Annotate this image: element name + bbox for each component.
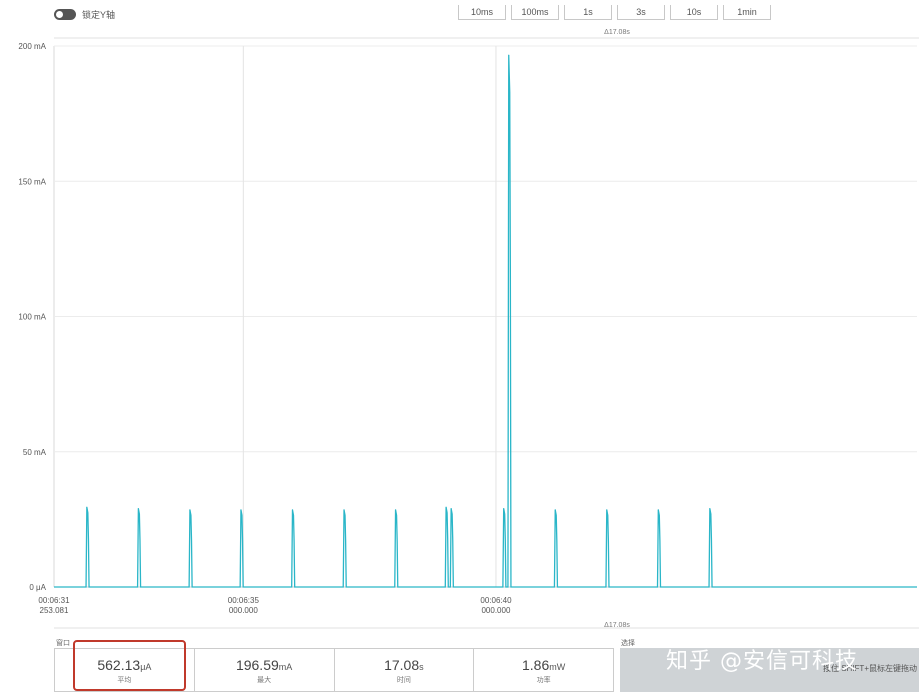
y-axis: 0 μA 50 mA 100 mA 150 mA 200 mA (18, 42, 46, 592)
spike-peak-point (189, 509, 191, 511)
stat-max: 196.59mA 最大 (195, 649, 335, 691)
x-tick-sublabel: 253.081 (40, 606, 69, 615)
spike-peak-point (445, 506, 447, 508)
x-axis: 00:06:31253.08100:06:35000.00000:06:4000… (38, 596, 512, 615)
x-tick-label: 00:06:40 (480, 596, 512, 605)
watermark: 知乎 @安信可科技 (666, 649, 858, 674)
y-tick-label: 200 mA (18, 42, 46, 51)
bottom-delta-label: Δ17.08s (604, 622, 630, 629)
spike-peak-point (450, 507, 452, 510)
selection-label: 选择 (621, 640, 635, 647)
spike-peak-point (709, 507, 711, 510)
stat-time-unit: s (419, 662, 424, 672)
spike-peak-point (394, 509, 397, 511)
y-tick-label: 150 mA (18, 177, 46, 186)
spike-peak-point (86, 506, 88, 508)
y-tick-label: 50 mA (23, 448, 47, 457)
x-tick-sublabel: 000.000 (481, 606, 510, 615)
spike-peak-point (137, 507, 139, 510)
spike-peak-point (554, 509, 556, 511)
stat-time-value: 17.08 (384, 657, 420, 673)
window-label: 窗口 (56, 640, 70, 647)
x-tick-sublabel: 000.000 (229, 606, 258, 615)
current-series (54, 54, 917, 588)
average-highlight-box (73, 640, 186, 691)
current-trace-line (54, 55, 917, 588)
stat-time: 17.08s 时间 (335, 649, 475, 691)
stat-power-unit: mW (549, 662, 566, 672)
x-tick-label: 00:06:35 (228, 596, 260, 605)
stat-power-label: 功率 (536, 677, 551, 684)
spike-peak-point (291, 509, 294, 511)
spike-peak-point (503, 507, 505, 510)
stat-power: 1.86mW 功率 (474, 649, 613, 691)
current-chart[interactable]: 0 μA 50 mA 100 mA 150 mA 200 mA 00:06:31253.… (0, 0, 919, 640)
stat-power-value: 1.86 (522, 657, 550, 673)
stat-max-value: 196.59 (235, 657, 279, 673)
chart-grid (53, 45, 917, 588)
spike-peak-point (508, 54, 510, 56)
spike-peak-point (606, 509, 608, 511)
y-tick-label: 100 mA (18, 313, 46, 322)
stat-time-label: 时间 (396, 677, 411, 684)
y-tick-label: 0 μA (29, 583, 46, 592)
spike-peak-point (343, 509, 345, 511)
spike-peak-point (657, 509, 659, 511)
x-tick-label: 00:06:31 (38, 596, 70, 605)
stat-max-unit: mA (278, 662, 293, 672)
top-delta-label: Δ17.08s (604, 29, 630, 36)
stat-max-label: 最大 (257, 677, 272, 684)
spike-peak-point (240, 509, 242, 511)
